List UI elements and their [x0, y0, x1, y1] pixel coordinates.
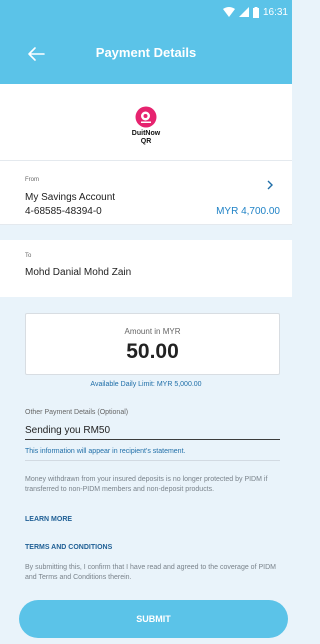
daily-limit-text: Available Daily Limit: MYR 5,000.00: [90, 381, 202, 388]
page-title: Payment Details: [95, 45, 197, 60]
divider: [25, 460, 280, 461]
other-details-input[interactable]: [25, 421, 280, 440]
submit-button[interactable]: SUBMIT: [19, 600, 288, 638]
recipient-name: Mohd Danial Mohd Zain: [25, 267, 132, 278]
status-icons: 16:31: [222, 5, 288, 19]
duitnow-line2: QR: [140, 138, 152, 145]
from-account-number: 4-68585-48394-0: [25, 206, 102, 217]
wifi-icon: [222, 7, 235, 17]
duitnow-wordmark: DuitNow QR: [0, 130, 292, 146]
from-account-name: My Savings Account: [25, 192, 116, 203]
from-label: From: [25, 177, 39, 183]
terms-text: By submitting this, I confirm that I hav…: [25, 564, 276, 581]
signal-icon: [238, 7, 249, 17]
chevron-right-icon[interactable]: [265, 180, 275, 190]
duitnow-line1: DuitNow: [131, 130, 161, 137]
other-details-label: Other Payment Details (Optional): [25, 409, 129, 416]
amount-value: 50.00: [126, 340, 179, 363]
pidm-disclaimer: Money withdrawn from your insured deposi…: [25, 476, 268, 493]
status-bar: 16:31: [0, 0, 292, 24]
terms-and-conditions-link[interactable]: TERMS AND CONDITIONS: [25, 544, 112, 551]
amount-input-box[interactable]: Amount in MYR 50.00: [25, 313, 280, 375]
battery-icon: [252, 6, 259, 18]
from-account-balance: MYR 4,700.00: [216, 206, 280, 217]
learn-more-link[interactable]: LEARN MORE: [25, 516, 72, 523]
other-details-note: This information will appear in recipien…: [25, 448, 186, 455]
duitnow-logo-section: DuitNow QR: [0, 84, 292, 161]
to-label: To: [25, 253, 32, 259]
app-bar: Payment Details: [0, 24, 292, 84]
duitnow-logo-icon: [135, 106, 157, 128]
amount-label: Amount in MYR: [124, 327, 181, 336]
status-time: 16:31: [262, 6, 288, 18]
